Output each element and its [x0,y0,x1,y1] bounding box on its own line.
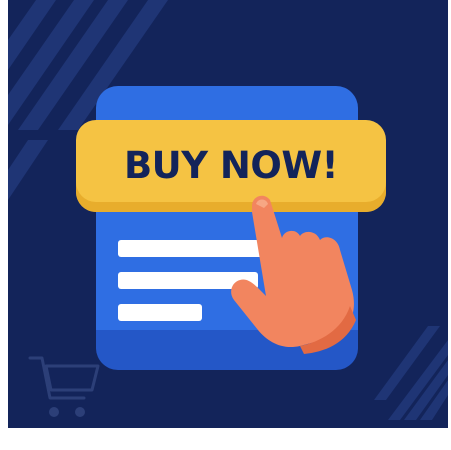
text-line-3 [118,304,202,321]
text-line-2 [118,272,258,289]
text-line-1 [118,240,270,257]
buy-now-button[interactable]: BUY NOW! [76,120,386,212]
buy-now-illustration: BUY NOW! [0,0,451,450]
card-shadow [96,330,358,370]
